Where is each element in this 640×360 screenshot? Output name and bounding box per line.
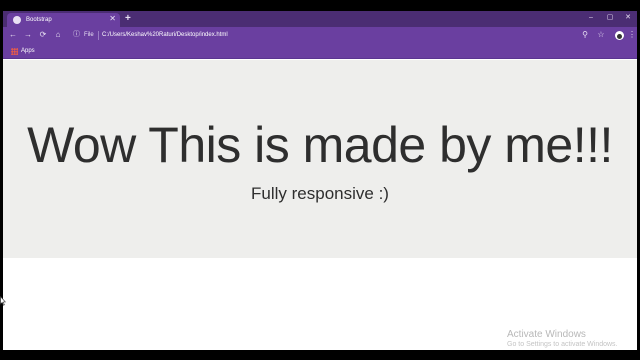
url-divider <box>98 31 99 40</box>
info-icon[interactable]: ⓘ <box>73 30 80 40</box>
url-text[interactable]: C:/Users/Keshav%20Raturi/Desktop/index.h… <box>102 31 228 40</box>
search-icon[interactable]: ⚲ <box>580 30 590 40</box>
page-headline: Wow This is made by me!!! <box>27 117 613 173</box>
toolbar: ← → ⟳ ⌂ ⓘ File C:/Users/Keshav%20Raturi/… <box>3 27 637 44</box>
page-content: Wow This is made by me!!! Fully responsi… <box>3 60 637 350</box>
activate-windows-title: Activate Windows <box>507 329 586 340</box>
maximize-button[interactable]: ▢ <box>604 13 616 23</box>
reload-icon[interactable]: ⟳ <box>38 30 48 40</box>
bookmark-star-icon[interactable]: ☆ <box>596 30 606 40</box>
bookmark-apps[interactable]: Apps <box>21 47 35 56</box>
home-icon[interactable]: ⌂ <box>53 30 63 40</box>
new-tab-button[interactable]: + <box>125 13 131 25</box>
tab-bootstrap[interactable]: Bootstrap ✕ <box>7 13 120 27</box>
page-subheadline: Fully responsive :) <box>251 184 389 203</box>
bookmarks-bar: Apps <box>3 44 637 59</box>
profile-avatar[interactable] <box>615 31 624 40</box>
tab-close-icon[interactable]: ✕ <box>109 14 116 24</box>
scheme-label: File <box>84 32 94 38</box>
favicon-icon <box>13 16 21 24</box>
jumbotron: Wow This is made by me!!! Fully responsi… <box>3 60 637 258</box>
activate-windows-subtitle: Go to Settings to activate Windows. <box>507 341 618 348</box>
browser-window: Bootstrap ✕ + – ▢ ✕ ← → ⟳ ⌂ ⓘ File C:/Us… <box>3 11 637 350</box>
menu-icon[interactable]: ⋮ <box>627 30 637 40</box>
apps-grid-icon[interactable] <box>11 48 18 55</box>
close-window-button[interactable]: ✕ <box>622 13 634 23</box>
minimize-button[interactable]: – <box>585 13 597 23</box>
tab-strip: Bootstrap ✕ + – ▢ ✕ <box>3 11 637 27</box>
address-bar[interactable]: ⓘ File C:/Users/Keshav%20Raturi/Desktop/… <box>68 29 618 42</box>
tab-title: Bootstrap <box>26 17 52 23</box>
forward-icon[interactable]: → <box>23 30 33 40</box>
mouse-cursor-icon <box>0 296 6 306</box>
back-icon[interactable]: ← <box>8 30 18 40</box>
